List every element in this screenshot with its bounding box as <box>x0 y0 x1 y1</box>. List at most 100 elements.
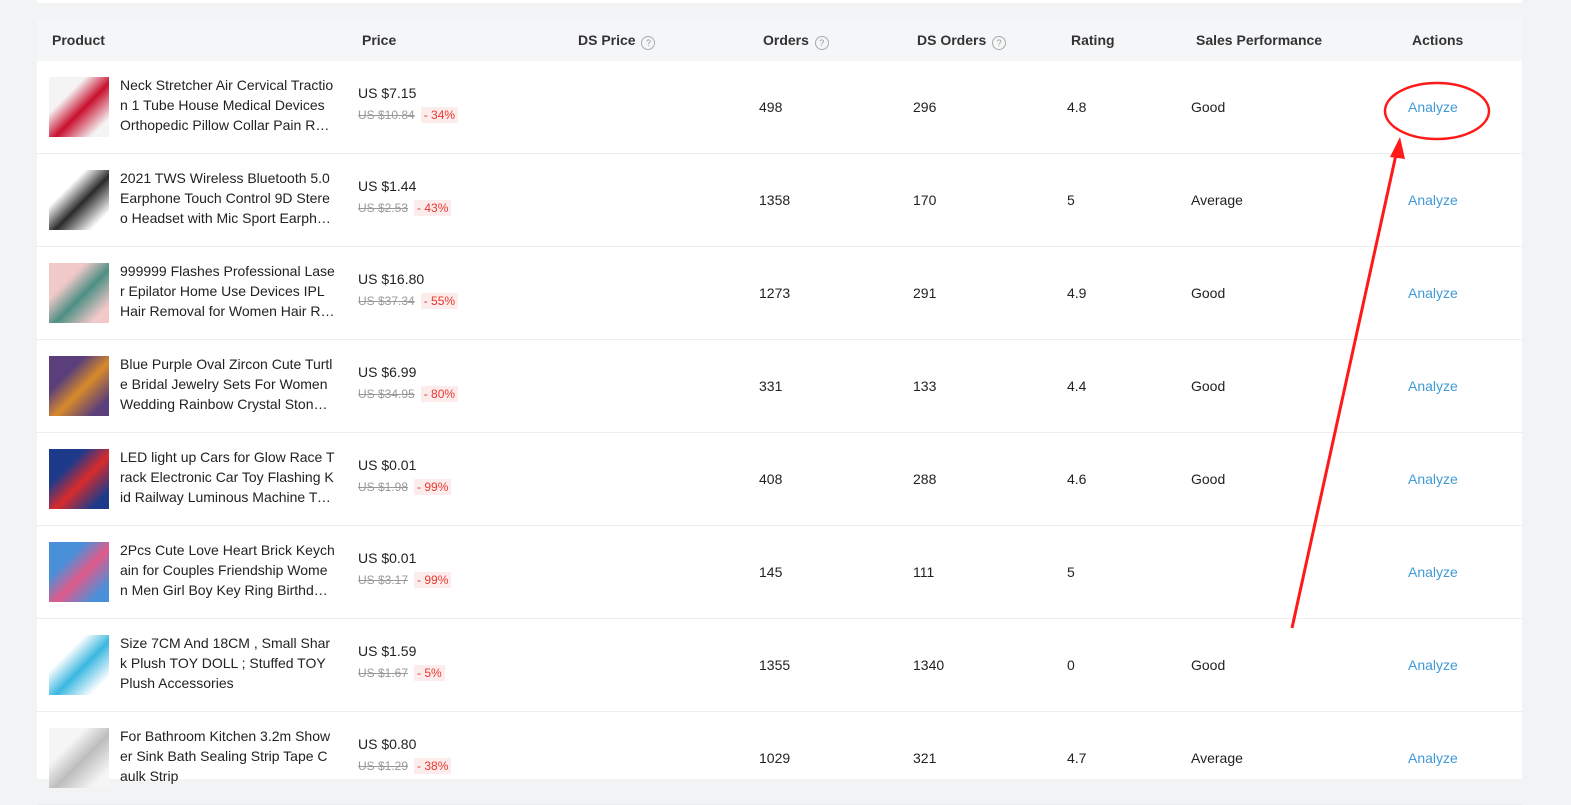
analyze-link[interactable]: Analyze <box>1408 619 1458 711</box>
sales-performance: Good <box>1191 378 1226 394</box>
product-title[interactable]: 999999 Flashes Professional Laser Epilat… <box>120 261 335 321</box>
table-row: 2Pcs Cute Love Heart Brick Keychain for … <box>37 526 1522 619</box>
sales-performance: Average <box>1191 192 1243 208</box>
discount-badge: - 43% <box>414 200 452 216</box>
product-title[interactable]: For Bathroom Kitchen 3.2m Shower Sink Ba… <box>120 726 335 786</box>
orders-count: 331 <box>759 378 783 394</box>
ds-orders-count: 133 <box>913 378 937 394</box>
sales-performance: Good <box>1191 471 1226 487</box>
ds-orders-count: 288 <box>913 471 937 487</box>
product-price: US $0.01 <box>358 457 417 473</box>
rating-value: 4.9 <box>1067 285 1087 301</box>
header-ds-orders-label: DS Orders <box>917 32 987 48</box>
header-price[interactable]: Price <box>362 19 396 61</box>
product-title[interactable]: 2Pcs Cute Love Heart Brick Keychain for … <box>120 540 335 600</box>
analyze-link[interactable]: Analyze <box>1408 340 1458 432</box>
table-row: 2021 TWS Wireless Bluetooth 5.0 Earphone… <box>37 154 1522 247</box>
orders-count: 498 <box>759 99 783 115</box>
original-price-line: US $3.17 - 99% <box>358 572 452 588</box>
product-title[interactable]: Blue Purple Oval Zircon Cute Turtle Brid… <box>120 354 335 414</box>
rating-value: 4.4 <box>1067 378 1087 394</box>
table-header: Product Price DS Price ? Orders ? DS Ord… <box>37 19 1522 61</box>
discount-badge: - 38% <box>414 758 452 774</box>
original-price-line: US $1.98 - 99% <box>358 479 452 495</box>
header-actions: Actions <box>1412 32 1464 48</box>
table-row: For Bathroom Kitchen 3.2m Shower Sink Ba… <box>37 712 1522 805</box>
product-thumbnail[interactable] <box>49 263 109 323</box>
header-rating[interactable]: Rating <box>1071 19 1115 61</box>
header-sales-performance[interactable]: Sales Performance <box>1196 19 1322 61</box>
product-price: US $16.80 <box>358 271 425 287</box>
analyze-link[interactable]: Analyze <box>1408 526 1458 618</box>
product-price: US $7.15 <box>358 85 417 101</box>
header-ds-orders[interactable]: DS Orders ? <box>917 19 1007 61</box>
orders-count: 1273 <box>759 285 791 301</box>
original-price-line: US $10.84 - 34% <box>358 107 459 123</box>
original-price: US $1.67 <box>358 666 409 680</box>
ds-orders-count: 321 <box>913 750 937 766</box>
product-table: Product Price DS Price ? Orders ? DS Ord… <box>37 19 1522 805</box>
analyze-link[interactable]: Analyze <box>1408 433 1458 525</box>
product-thumbnail[interactable] <box>49 542 109 602</box>
rating-value: 5 <box>1067 192 1075 208</box>
table-row: Blue Purple Oval Zircon Cute Turtle Brid… <box>37 340 1522 433</box>
product-thumbnail[interactable] <box>49 356 109 416</box>
product-price: US $0.80 <box>358 736 417 752</box>
table-row: Size 7CM And 18CM , Small Shark Plush TO… <box>37 619 1522 712</box>
original-price: US $2.53 <box>358 201 409 215</box>
product-title[interactable]: 2021 TWS Wireless Bluetooth 5.0 Earphone… <box>120 168 335 228</box>
analyze-link[interactable]: Analyze <box>1408 61 1458 153</box>
ds-orders-count: 111 <box>913 564 935 580</box>
discount-badge: - 80% <box>420 386 459 402</box>
discount-badge: - 5% <box>414 665 445 681</box>
analyze-link[interactable]: Analyze <box>1408 247 1458 339</box>
product-title[interactable]: Neck Stretcher Air Cervical Traction 1 T… <box>120 75 335 135</box>
header-ds-price-label: DS Price <box>578 32 636 48</box>
product-price: US $1.59 <box>358 643 417 659</box>
original-price-line: US $34.95 - 80% <box>358 386 459 402</box>
product-price: US $6.99 <box>358 364 417 380</box>
header-product[interactable]: Product <box>52 19 105 61</box>
ds-orders-count: 170 <box>913 192 937 208</box>
original-price: US $3.17 <box>358 573 409 587</box>
product-thumbnail[interactable] <box>49 170 109 230</box>
product-thumbnail[interactable] <box>49 77 109 137</box>
header-orders[interactable]: Orders ? <box>763 19 829 61</box>
discount-badge: - 55% <box>420 293 459 309</box>
rating-value: 4.8 <box>1067 99 1087 115</box>
orders-count: 145 <box>759 564 783 580</box>
sales-performance: Good <box>1191 657 1226 673</box>
sales-performance: Average <box>1191 750 1243 766</box>
orders-count: 1029 <box>759 750 791 766</box>
analyze-link[interactable]: Analyze <box>1408 154 1458 246</box>
orders-count: 1355 <box>759 657 791 673</box>
ds-orders-count: 1340 <box>913 657 945 673</box>
original-price-line: US $1.29 - 38% <box>358 758 452 774</box>
table-row: 999999 Flashes Professional Laser Epilat… <box>37 247 1522 340</box>
product-price: US $1.44 <box>358 178 417 194</box>
original-price-line: US $37.34 - 55% <box>358 293 459 309</box>
product-title[interactable]: Size 7CM And 18CM , Small Shark Plush TO… <box>120 633 335 693</box>
ds-orders-count: 291 <box>913 285 937 301</box>
help-icon[interactable]: ? <box>641 36 656 50</box>
original-price: US $37.34 <box>358 294 415 308</box>
sales-performance: Good <box>1191 285 1226 301</box>
analyze-link[interactable]: Analyze <box>1408 712 1458 804</box>
table-row: LED light up Cars for Glow Race Track El… <box>37 433 1522 526</box>
discount-badge: - 99% <box>414 479 452 495</box>
original-price: US $34.95 <box>358 387 415 401</box>
rating-value: 5 <box>1067 564 1075 580</box>
orders-count: 1358 <box>759 192 791 208</box>
product-title[interactable]: LED light up Cars for Glow Race Track El… <box>120 447 335 507</box>
product-thumbnail[interactable] <box>49 635 109 695</box>
header-ds-price[interactable]: DS Price ? <box>578 19 656 61</box>
top-card-edge <box>37 0 1522 3</box>
help-icon[interactable]: ? <box>992 36 1007 50</box>
original-price: US $10.84 <box>358 108 415 122</box>
product-thumbnail[interactable] <box>49 728 109 788</box>
ds-orders-count: 296 <box>913 99 937 115</box>
orders-count: 408 <box>759 471 783 487</box>
product-thumbnail[interactable] <box>49 449 109 509</box>
help-icon[interactable]: ? <box>814 36 829 50</box>
product-price: US $0.01 <box>358 550 417 566</box>
